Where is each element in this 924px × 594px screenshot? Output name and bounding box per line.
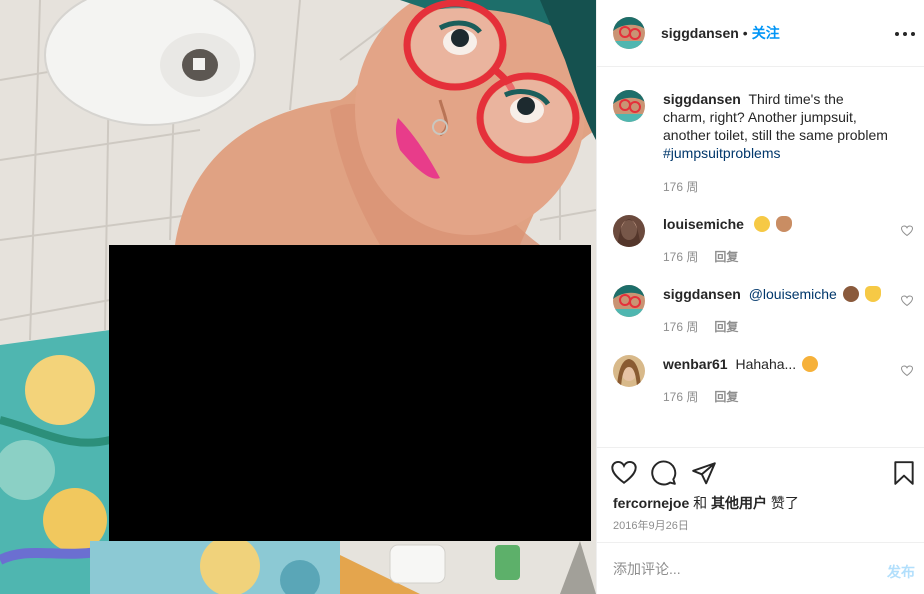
post-photo[interactable] bbox=[0, 0, 596, 594]
more-options-icon[interactable] bbox=[895, 24, 915, 44]
caption-hashtag[interactable]: #jumpsuitproblems bbox=[663, 145, 781, 161]
other-users-link[interactable]: 其他用户 bbox=[711, 495, 767, 511]
hand-emoji-icon bbox=[775, 216, 792, 232]
liked-by-username[interactable]: fercornejoe bbox=[613, 495, 689, 511]
comment-time[interactable]: 176 周 bbox=[663, 318, 698, 335]
heart-icon[interactable] bbox=[611, 460, 637, 486]
comment-text: Hahaha... bbox=[735, 356, 797, 372]
author-username[interactable]: siggdansen bbox=[661, 25, 739, 41]
follow-button[interactable]: 关注 bbox=[752, 23, 780, 43]
post-side-panel: siggdansen • 关注 siggdansen Third time's … bbox=[596, 0, 924, 594]
reply-button[interactable]: 回复 bbox=[714, 388, 738, 405]
comment-username[interactable]: siggdansen bbox=[663, 286, 741, 302]
reply-button[interactable]: 回复 bbox=[714, 248, 738, 265]
caption-time[interactable]: 176 周 bbox=[663, 178, 698, 195]
comment-username[interactable]: wenbar61 bbox=[663, 356, 728, 372]
comment-time[interactable]: 176 周 bbox=[663, 388, 698, 405]
comment-meta: 176 周 回复 bbox=[663, 318, 738, 335]
comment-meta: 176 周 回复 bbox=[663, 388, 738, 405]
comment-username[interactable]: louisemiche bbox=[663, 216, 744, 232]
comment-body: louisemiche bbox=[663, 215, 889, 233]
like-comment-icon[interactable] bbox=[901, 365, 913, 377]
caption-avatar[interactable] bbox=[613, 90, 645, 122]
comment-avatar[interactable] bbox=[613, 285, 645, 317]
like-comment-icon[interactable] bbox=[901, 295, 913, 307]
post-comment-button[interactable]: 发布 bbox=[887, 562, 915, 582]
author-avatar[interactable] bbox=[613, 17, 645, 49]
caption-comment: siggdansen Third time's the charm, right… bbox=[613, 90, 913, 200]
post-header: siggdansen • 关注 bbox=[597, 0, 924, 67]
reply-button[interactable]: 回复 bbox=[714, 318, 738, 335]
comment-body: siggdansen @louisemiche bbox=[663, 285, 889, 303]
comment-time[interactable]: 176 周 bbox=[663, 248, 698, 265]
like-comment-icon[interactable] bbox=[901, 225, 913, 237]
tongue-face-emoji-icon bbox=[802, 356, 819, 372]
comment-item: louisemiche 176 周 回复 bbox=[613, 215, 913, 265]
comment-item: siggdansen @louisemiche 176 周 回复 bbox=[613, 285, 913, 335]
likes-summary: fercornejoe 和 其他用户 赞了 bbox=[613, 493, 799, 513]
caption-meta: 176 周 bbox=[663, 178, 698, 195]
comment-avatar[interactable] bbox=[613, 355, 645, 387]
comment-avatar[interactable] bbox=[613, 215, 645, 247]
likes-verb: 赞了 bbox=[770, 495, 799, 511]
post-actions: fercornejoe 和 其他用户 赞了 2016年9月26日 发布 bbox=[597, 447, 924, 594]
post-date[interactable]: 2016年9月26日 bbox=[613, 517, 689, 533]
caption-body: siggdansen Third time's the charm, right… bbox=[663, 90, 889, 162]
comment-icon[interactable] bbox=[651, 460, 677, 486]
cat-emoji-icon bbox=[864, 286, 881, 302]
comment-input[interactable] bbox=[613, 557, 863, 581]
bookmark-icon[interactable] bbox=[891, 460, 917, 486]
share-icon[interactable] bbox=[691, 460, 717, 486]
post-dialog: siggdansen • 关注 siggdansen Third time's … bbox=[0, 0, 924, 594]
comments-list[interactable]: siggdansen Third time's the charm, right… bbox=[597, 68, 924, 446]
grinning-sweat-emoji-icon bbox=[753, 216, 770, 232]
comment-mention[interactable]: @louisemiche bbox=[749, 286, 837, 302]
caption-username[interactable]: siggdansen bbox=[663, 91, 741, 107]
add-comment-bar: 发布 bbox=[597, 542, 924, 594]
likes-and-text: 和 bbox=[693, 495, 708, 511]
comment-body: wenbar61 Hahaha... bbox=[663, 355, 889, 373]
censor-block bbox=[109, 245, 591, 541]
see-no-evil-monkey-emoji-icon bbox=[842, 286, 859, 302]
comment-meta: 176 周 回复 bbox=[663, 248, 738, 265]
separator-dot: • bbox=[742, 25, 748, 41]
comment-item: wenbar61 Hahaha... 176 周 回复 bbox=[613, 355, 913, 405]
